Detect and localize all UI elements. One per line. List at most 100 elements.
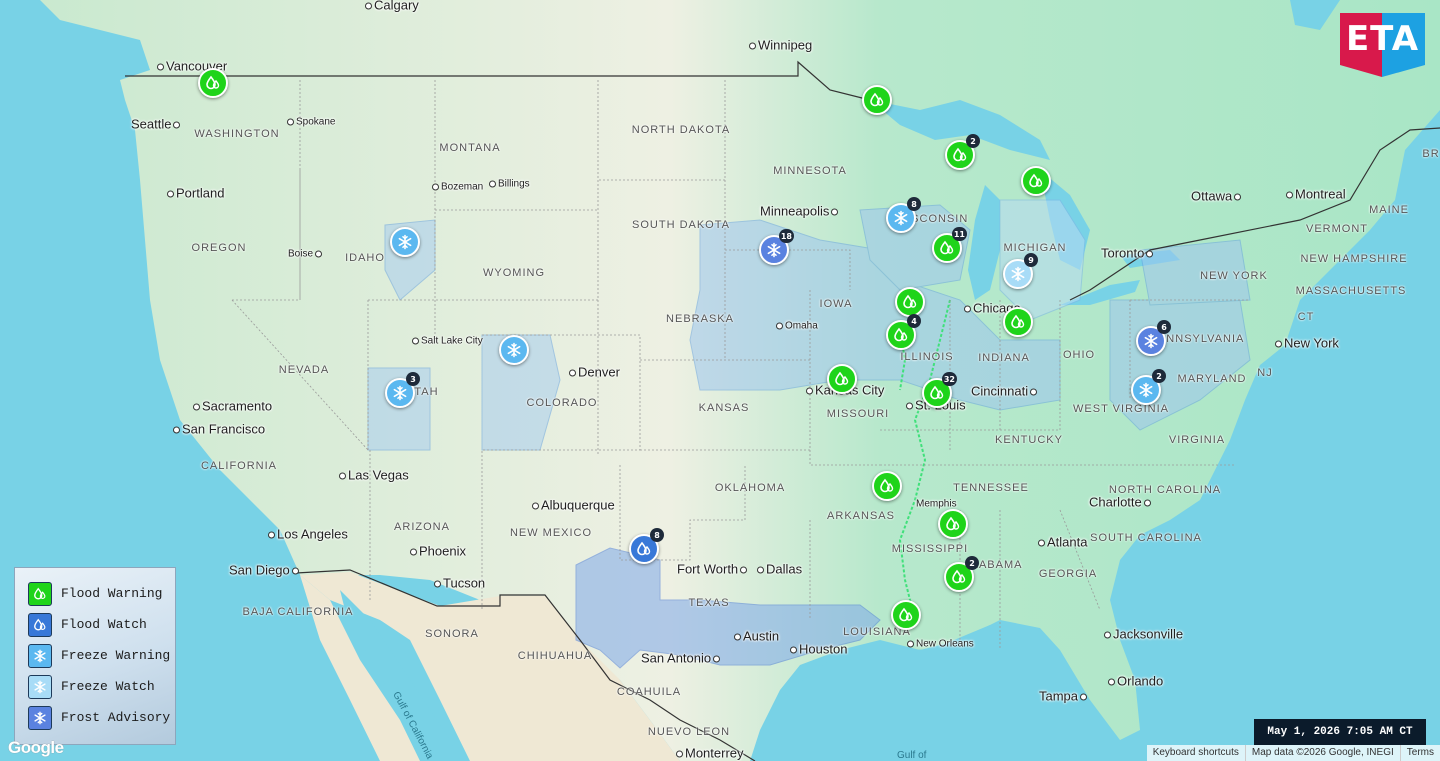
region-label: VIRGINIA — [1168, 434, 1226, 446]
alert-marker-flood-warning[interactable] — [1021, 166, 1051, 196]
marker-count-badge: 2 — [966, 134, 980, 148]
alert-marker-flood-warning[interactable] — [938, 509, 968, 539]
region-label: NEBRASKA — [666, 313, 734, 325]
marker-count-badge: 8 — [907, 197, 921, 211]
region-label: MINNESOTA — [773, 165, 847, 177]
region-label: MICHIGAN — [1003, 242, 1067, 254]
alert-marker-flood-warning[interactable] — [862, 85, 892, 115]
region-label: BAJA CALIFORNIA — [242, 606, 354, 618]
alert-marker-flood-warning[interactable] — [827, 364, 857, 394]
region-label: MISSISSIPPI — [891, 543, 969, 555]
alert-marker-flood-warning[interactable]: 11 — [932, 227, 967, 263]
alert-marker-frost-advisory[interactable]: 6 — [1136, 320, 1171, 356]
region-label: IOWA — [819, 298, 853, 310]
map-footer: Keyboard shortcuts Map data ©2026 Google… — [1146, 745, 1440, 761]
region-label: TEXAS — [688, 597, 730, 609]
region-label: SONORA — [425, 628, 479, 640]
region-label: OREGON — [191, 242, 247, 254]
city-label: Salt Lake City — [412, 336, 483, 347]
snowflake-icon — [506, 342, 522, 358]
city-label: Houston — [790, 642, 847, 657]
alert-marker-freeze-warning[interactable]: 2 — [1131, 369, 1166, 405]
city-label: Los Angeles — [268, 527, 348, 542]
alert-marker-flood-warning[interactable] — [872, 471, 902, 501]
city-label: Jacksonville — [1104, 627, 1183, 642]
snowflake-icon — [28, 643, 52, 668]
city-label: Ottawa — [1191, 189, 1243, 204]
alert-marker-flood-warning[interactable]: 4 — [886, 314, 921, 350]
region-label: NUEVO LEON — [647, 726, 731, 738]
region-label: MAINE — [1369, 204, 1409, 216]
region-label: MARYLAND — [1177, 373, 1247, 385]
snowflake-icon — [28, 705, 52, 730]
region-label: CHIHUAHUA — [517, 650, 593, 662]
alert-marker-flood-warning[interactable]: 2 — [945, 134, 980, 170]
city-label: Las Vegas — [339, 468, 409, 483]
region-label: ILLINOIS — [900, 351, 954, 363]
flood-drop-icon — [893, 327, 909, 343]
flood-drop-icon — [952, 147, 968, 163]
alert-marker-freeze-warning[interactable] — [499, 335, 529, 365]
city-label: Billings — [489, 179, 530, 190]
city-label: Fort Worth — [677, 562, 749, 577]
region-label: NEW MEXICO — [509, 527, 593, 539]
region-label: CALIFORNIA — [200, 460, 278, 472]
eta-logo: ETA — [1340, 13, 1425, 77]
alert-marker-flood-warning[interactable] — [895, 287, 925, 317]
snowflake-icon — [1138, 382, 1154, 398]
flood-drop-icon — [939, 240, 955, 256]
city-label: New York — [1275, 336, 1339, 351]
terms-link[interactable]: Terms — [1399, 745, 1440, 761]
alert-marker-flood-warning[interactable] — [891, 600, 921, 630]
city-label: New Orleans — [907, 639, 974, 650]
city-label: San Francisco — [173, 422, 265, 437]
snowflake-icon — [1143, 333, 1159, 349]
legend-item-freeze-watch: Freeze Watch — [28, 671, 175, 702]
marker-count-badge: 2 — [1152, 369, 1166, 383]
region-label: NORTH DAKOTA — [631, 124, 731, 136]
alert-marker-flood-watch[interactable]: 8 — [629, 528, 664, 564]
alert-marker-flood-warning[interactable]: 32 — [922, 372, 957, 408]
legend-label: Flood Warning — [61, 586, 163, 601]
snowflake-icon — [893, 210, 909, 226]
alert-marker-flood-warning[interactable] — [198, 68, 228, 98]
timestamp: May 1, 2026 7:05 AM CT — [1254, 719, 1426, 745]
city-label: Atlanta — [1038, 535, 1087, 550]
flood-drop-icon — [869, 92, 885, 108]
region-label: GEORGIA — [1038, 568, 1098, 580]
snowflake-icon — [397, 234, 413, 250]
legend-item-flood-watch: Flood Watch — [28, 609, 175, 640]
city-label: Bozeman — [432, 182, 483, 193]
google-logo: Google — [8, 738, 64, 757]
alert-marker-freeze-watch[interactable]: 9 — [1003, 253, 1038, 289]
snowflake-icon — [1010, 266, 1026, 282]
city-label: Omaha — [776, 321, 818, 332]
alert-marker-freeze-warning[interactable]: 8 — [886, 197, 921, 233]
city-label: Orlando — [1108, 674, 1163, 689]
alert-marker-flood-warning[interactable]: 2 — [944, 556, 979, 592]
region-label: BR — [1422, 148, 1440, 160]
alert-marker-freeze-warning[interactable] — [390, 227, 420, 257]
region-label: ARKANSAS — [827, 510, 895, 522]
snowflake-icon — [28, 674, 52, 699]
marker-count-badge: 32 — [941, 372, 957, 386]
marker-count-badge: 9 — [1024, 253, 1038, 267]
legend: Flood Warning Flood Watch Freeze Warning Fr… — [14, 567, 176, 745]
alert-marker-freeze-warning[interactable]: 3 — [385, 372, 420, 408]
city-label: Austin — [734, 629, 779, 644]
flood-drop-icon — [945, 516, 961, 532]
keyboard-shortcuts-link[interactable]: Keyboard shortcuts — [1147, 745, 1245, 761]
city-label: Winnipeg — [749, 38, 812, 53]
city-label: Seattle — [131, 117, 182, 132]
region-label: COLORADO — [526, 397, 598, 409]
region-label: ARIZONA — [394, 521, 450, 533]
flood-drop-icon — [636, 541, 652, 557]
city-label: Monterrey — [676, 746, 744, 761]
flood-drop-icon — [205, 75, 221, 91]
city-label: Toronto — [1101, 246, 1155, 261]
city-label: Boise — [288, 249, 324, 260]
city-label: Memphis — [916, 498, 957, 510]
alert-marker-frost-advisory[interactable]: 18 — [759, 229, 794, 265]
alert-marker-flood-warning[interactable] — [1003, 307, 1033, 337]
city-label: Phoenix — [410, 544, 466, 559]
